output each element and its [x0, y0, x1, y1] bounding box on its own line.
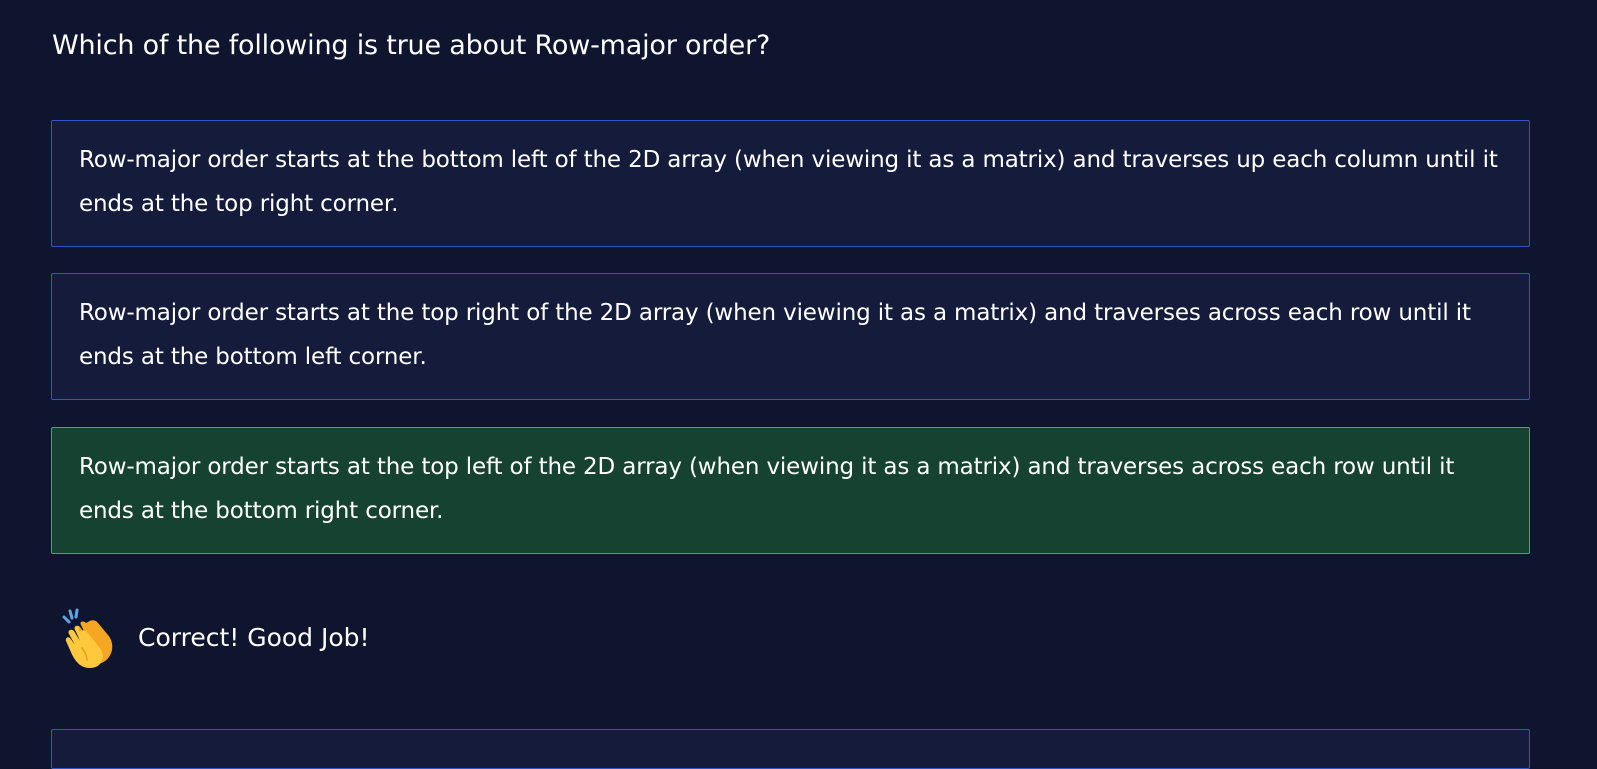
- feedback-text: Correct! Good Job!: [138, 623, 370, 652]
- question-title: Which of the following is true about Row…: [52, 30, 771, 61]
- answer-option-text: Row-major order starts at the bottom lef…: [79, 147, 1498, 217]
- feedback-message: Correct! Good Job!: [60, 608, 370, 668]
- answer-option-3-correct[interactable]: Row-major order starts at the top left o…: [51, 427, 1530, 554]
- answer-option-1[interactable]: Row-major order starts at the bottom lef…: [51, 120, 1530, 247]
- clapping-hands-icon: [62, 608, 113, 668]
- answer-option-text: Row-major order starts at the top right …: [79, 300, 1471, 370]
- next-question-card[interactable]: [51, 729, 1530, 769]
- answer-option-text: Row-major order starts at the top left o…: [79, 454, 1455, 524]
- answer-option-2[interactable]: Row-major order starts at the top right …: [51, 273, 1530, 400]
